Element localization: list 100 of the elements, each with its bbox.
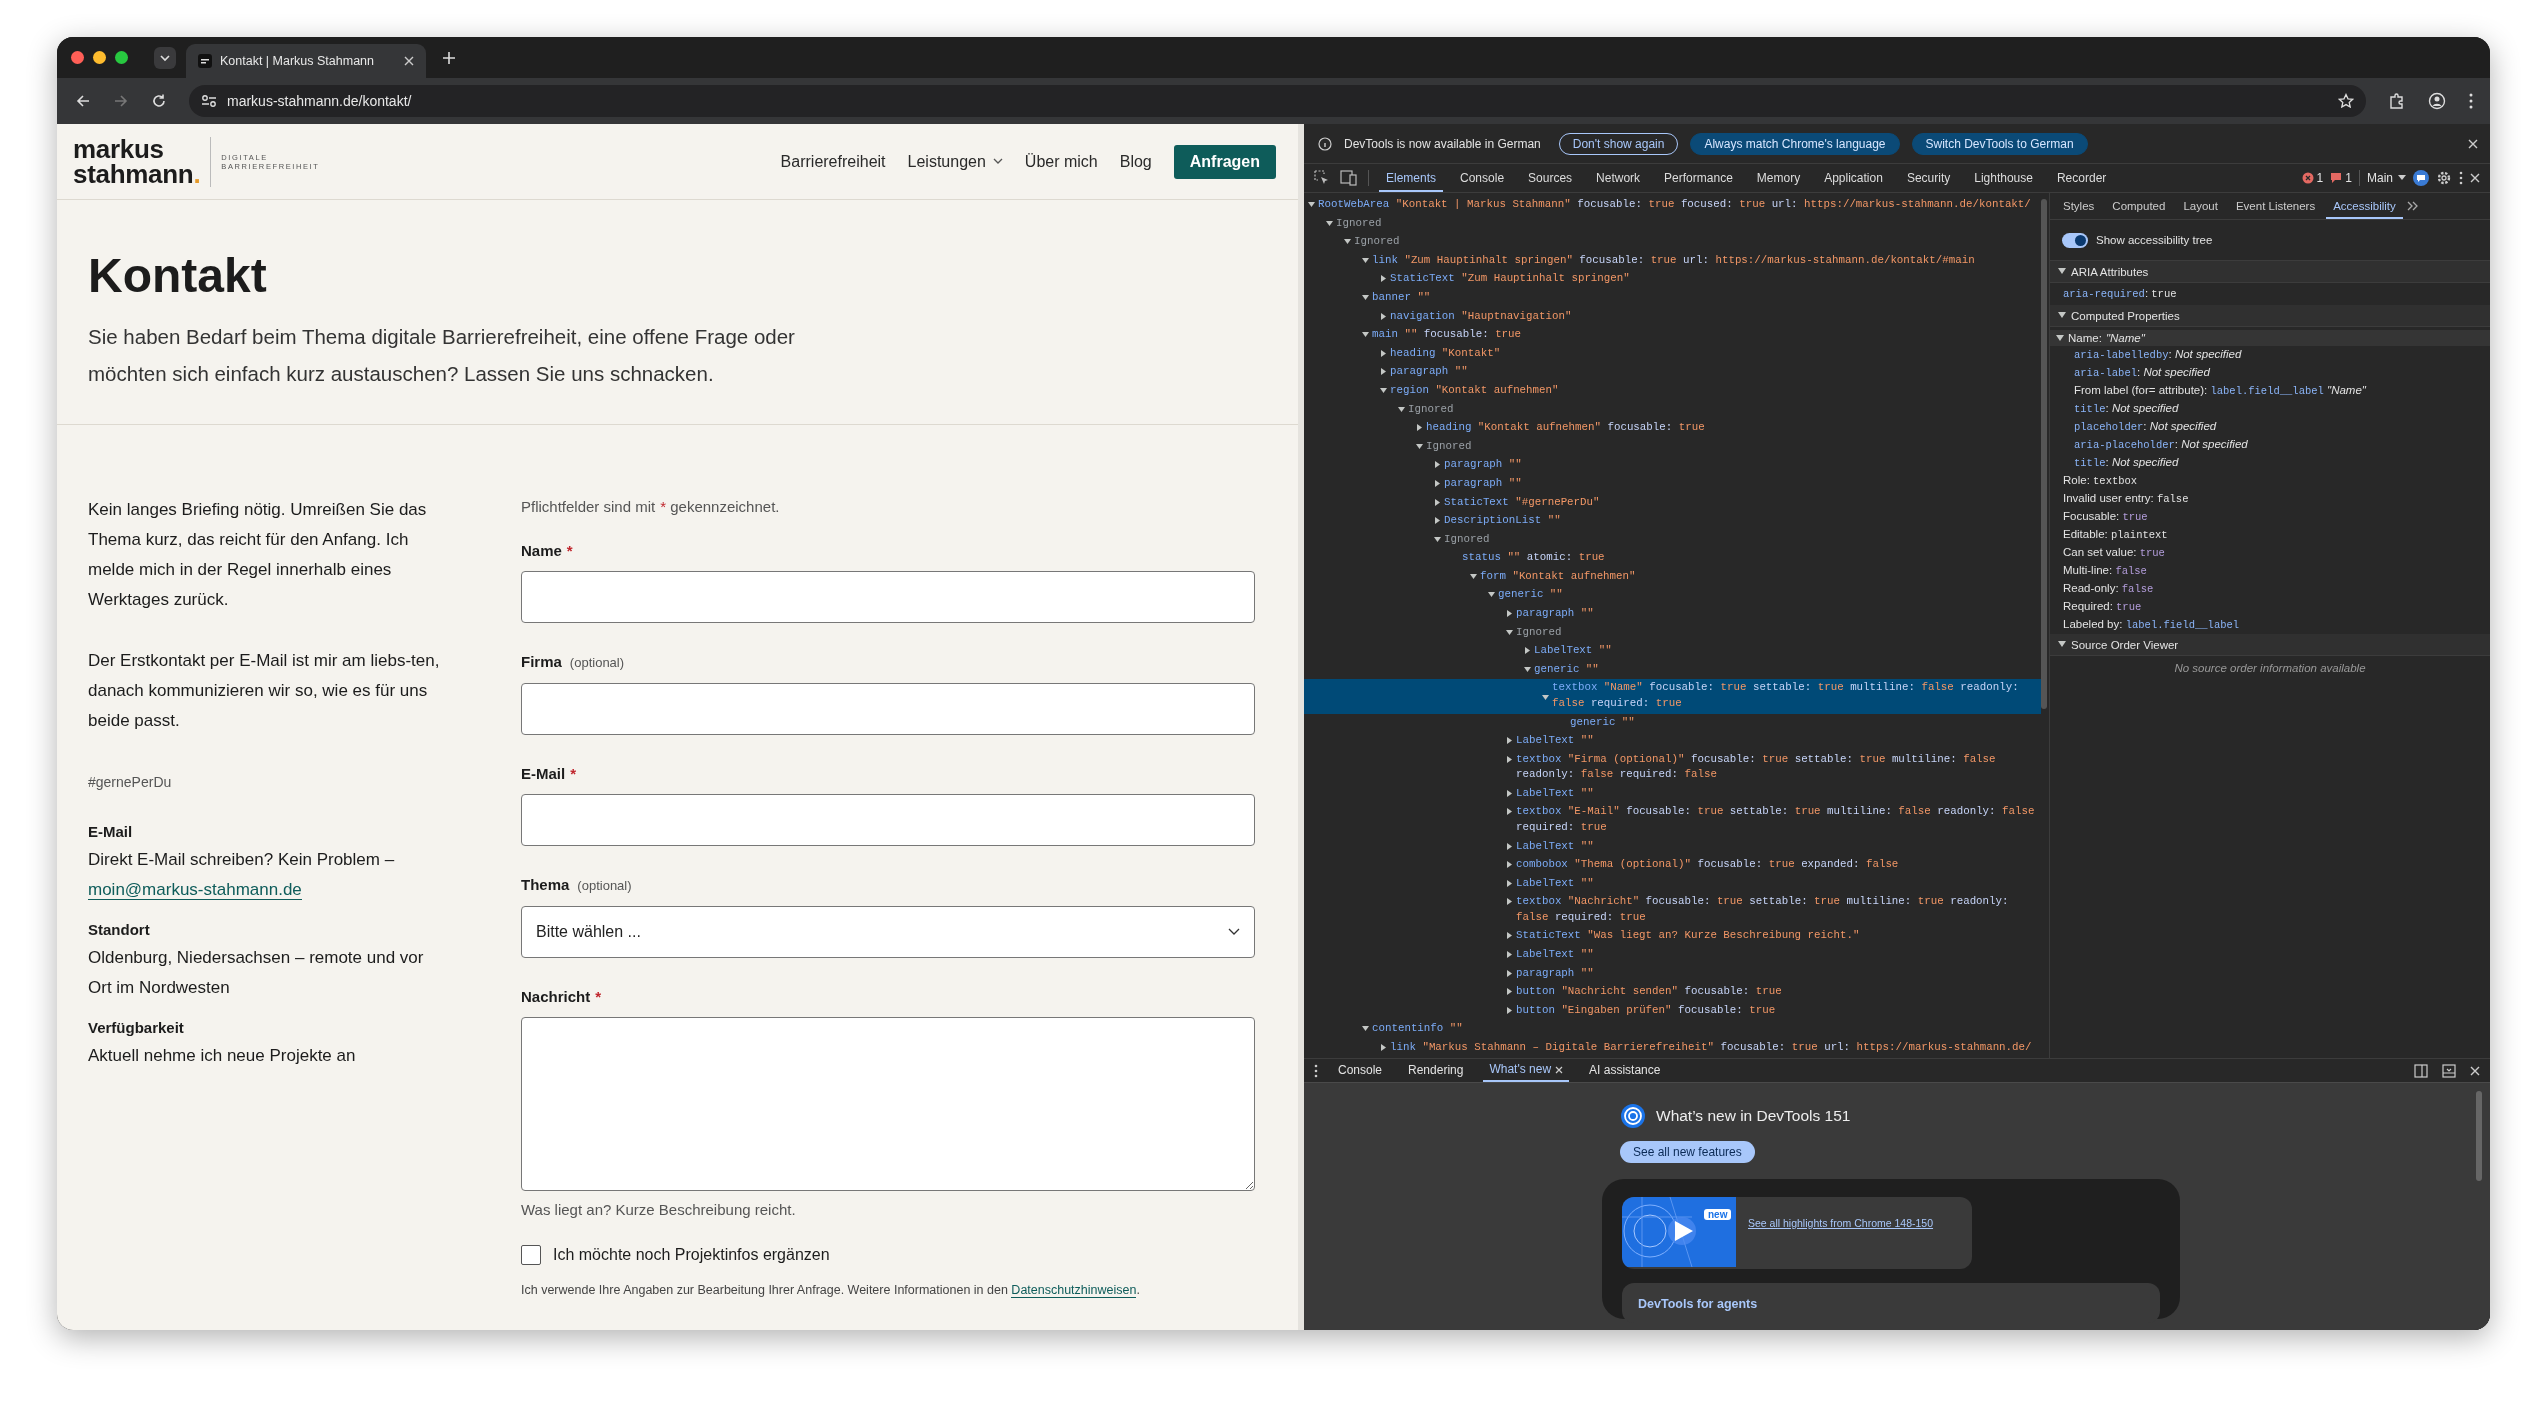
caret-icon[interactable] <box>1470 572 1477 580</box>
tree-node[interactable]: StaticText "#gernePerDu" <box>1304 493 2041 513</box>
tree-node[interactable]: button "Nachricht senden" focusable: true <box>1304 983 2041 1002</box>
caret-icon[interactable] <box>1308 201 1315 208</box>
sidebar-tab[interactable]: Event Listeners <box>2228 193 2323 219</box>
more-options-icon[interactable] <box>1314 1063 1318 1078</box>
caret-icon[interactable] <box>1506 808 1513 816</box>
tree-node[interactable]: button "Eingaben prüfen" focusable: true <box>1304 1001 2041 1021</box>
tree-node[interactable]: LabelText "" <box>1304 837 2041 857</box>
bookmark-star-icon[interactable] <box>2338 93 2354 109</box>
devtools-tab[interactable]: Network <box>1589 164 1648 192</box>
caret-icon[interactable] <box>1380 349 1387 357</box>
caret-icon[interactable] <box>1506 755 1513 763</box>
tree-node[interactable]: paragraph "" <box>1304 605 2041 624</box>
sidebar-tab[interactable]: Computed <box>2105 193 2173 219</box>
more-tabs-icon[interactable] <box>2406 201 2419 211</box>
section-header[interactable]: ARIA Attributes <box>2050 261 2490 283</box>
profile-icon[interactable] <box>2428 92 2446 110</box>
nav-link[interactable]: Barrierefreiheit <box>780 152 886 171</box>
extensions-icon[interactable] <box>2388 92 2406 110</box>
tree-node[interactable]: paragraph "" <box>1304 456 2041 475</box>
tree-node[interactable]: paragraph "" <box>1304 474 2041 494</box>
tree-node[interactable]: navigation "Hauptnavigation" <box>1304 307 2041 327</box>
caret-icon[interactable] <box>1506 628 1513 636</box>
issue-icon[interactable] <box>2330 172 2343 184</box>
context-selector[interactable]: Main <box>2367 171 2406 185</box>
message-field[interactable] <box>521 1017 1255 1191</box>
tree-node[interactable]: Ignored <box>1304 400 2041 420</box>
tree-node[interactable]: LabelText "" <box>1304 784 2041 804</box>
back-icon[interactable] <box>75 93 91 109</box>
caret-icon[interactable] <box>1506 879 1513 887</box>
caret-icon[interactable] <box>1380 1043 1387 1051</box>
caret-icon[interactable] <box>1506 1006 1513 1014</box>
maximize-window-icon[interactable] <box>115 51 128 64</box>
input-field[interactable] <box>521 571 1255 623</box>
tree-node[interactable]: DescriptionList "" <box>1304 512 2041 531</box>
device-toolbar-icon[interactable] <box>1340 170 1358 186</box>
tree-node[interactable]: link "Markus Stahmann – Digitale Barrierefreiheit" focusable: true url: https://markus-stahmann.de/ <box>1304 1038 2041 1058</box>
caret-icon[interactable] <box>1506 842 1513 850</box>
caret-icon[interactable] <box>1380 386 1387 394</box>
dropdown-arrow-icon[interactable] <box>2398 175 2406 181</box>
caret-icon[interactable] <box>1506 988 1513 996</box>
site-info-icon[interactable] <box>201 94 217 108</box>
tree-node[interactable]: main "" focusable: true <box>1304 326 2041 345</box>
error-icon[interactable] <box>2301 172 2314 184</box>
error-count[interactable]: 1 <box>2316 171 2324 185</box>
caret-icon[interactable] <box>1524 665 1531 673</box>
caret-icon[interactable] <box>1506 789 1513 797</box>
browser-tab[interactable]: Kontakt | Markus Stahmann <box>186 44 426 78</box>
close-icon[interactable] <box>2468 138 2478 149</box>
tree-node[interactable]: LabelText "" <box>1304 874 2041 894</box>
caret-icon[interactable] <box>1506 737 1513 745</box>
sidebar-tab[interactable]: Layout <box>2176 193 2225 219</box>
tree-node[interactable]: heading "Kontakt aufnehmen" focusable: true <box>1304 419 2041 438</box>
caret-icon[interactable] <box>1326 219 1333 227</box>
section-header[interactable]: Source Order Viewer <box>2050 634 2490 656</box>
inspect-icon[interactable] <box>1314 170 1330 186</box>
forward-icon[interactable] <box>113 93 129 109</box>
caret-icon[interactable] <box>1380 275 1387 283</box>
caret-icon[interactable] <box>1362 331 1369 339</box>
chevron-down-icon[interactable] <box>1228 928 1240 936</box>
tree-node[interactable]: LabelText "" <box>1304 945 2041 965</box>
devtools-tab[interactable]: Application <box>1817 164 1890 192</box>
toggle-switch[interactable] <box>2062 232 2088 248</box>
tree-node[interactable]: textbox "E-Mail" focusable: true settable: true multiline: false readonly: false required: true <box>1304 803 2041 838</box>
devtools-tab[interactable]: Lighthouse <box>1967 164 2040 192</box>
caret-icon[interactable] <box>1434 517 1441 525</box>
chevron-down-icon[interactable] <box>992 158 1003 165</box>
tab-search-icon[interactable] <box>154 46 176 69</box>
caret-icon[interactable] <box>1488 591 1495 599</box>
close-tab-icon[interactable] <box>1555 1065 1564 1074</box>
tree-node[interactable]: Ignored <box>1304 623 2041 643</box>
input-field[interactable] <box>521 683 1255 735</box>
tree-node[interactable]: combobox "Thema (optional)" focusable: true expanded: false <box>1304 856 2041 875</box>
nav-link[interactable]: Über mich <box>1024 152 1098 171</box>
tree-node[interactable]: RootWebArea "Kontakt | Markus Stahmann" focusable: true focused: true url: https://markus-stahmann.de/kontakt/ <box>1304 196 2041 215</box>
nav-cta-button[interactable]: Anfragen <box>1173 144 1276 179</box>
tree-node[interactable]: textbox "Name" focusable: true settable: true multiline: false readonly: false required: true <box>1304 679 2041 714</box>
drawer-tab[interactable]: Console <box>1332 1059 1389 1082</box>
close-window-icon[interactable] <box>71 51 84 64</box>
caret-icon[interactable] <box>1380 312 1387 320</box>
devtools-tab[interactable]: Performance <box>1657 164 1740 192</box>
tree-node[interactable]: LabelText "" <box>1304 642 2041 661</box>
caret-icon[interactable] <box>1398 405 1405 413</box>
close-icon[interactable] <box>2470 173 2480 183</box>
dock-bottom-icon[interactable] <box>2442 1063 2456 1078</box>
address-bar[interactable]: markus-stahmann.de/kontakt/ <box>189 85 2366 117</box>
section-header[interactable]: Computed Properties <box>2050 305 2490 327</box>
tree-node[interactable]: Ignored <box>1304 530 2041 550</box>
caret-icon[interactable] <box>1416 424 1423 432</box>
caret-icon[interactable] <box>1362 293 1369 301</box>
tree-node[interactable]: textbox "Firma (optional)" focusable: true settable: true multiline: false readonly: false required: false <box>1304 750 2041 785</box>
tree-node[interactable]: generic "" <box>1304 713 2041 733</box>
reload-icon[interactable] <box>151 93 167 109</box>
tree-node[interactable]: link "Zum Hauptinhalt springen" focusable: true url: https://markus-stahmann.de/kontakt/#main <box>1304 251 2041 271</box>
caret-icon[interactable] <box>1416 442 1423 450</box>
input-field[interactable] <box>521 794 1255 846</box>
devtools-tab[interactable]: Console <box>1453 164 1512 192</box>
tree-node[interactable]: form "Kontakt aufnehmen" <box>1304 567 2041 587</box>
menu-icon[interactable] <box>2468 92 2474 110</box>
